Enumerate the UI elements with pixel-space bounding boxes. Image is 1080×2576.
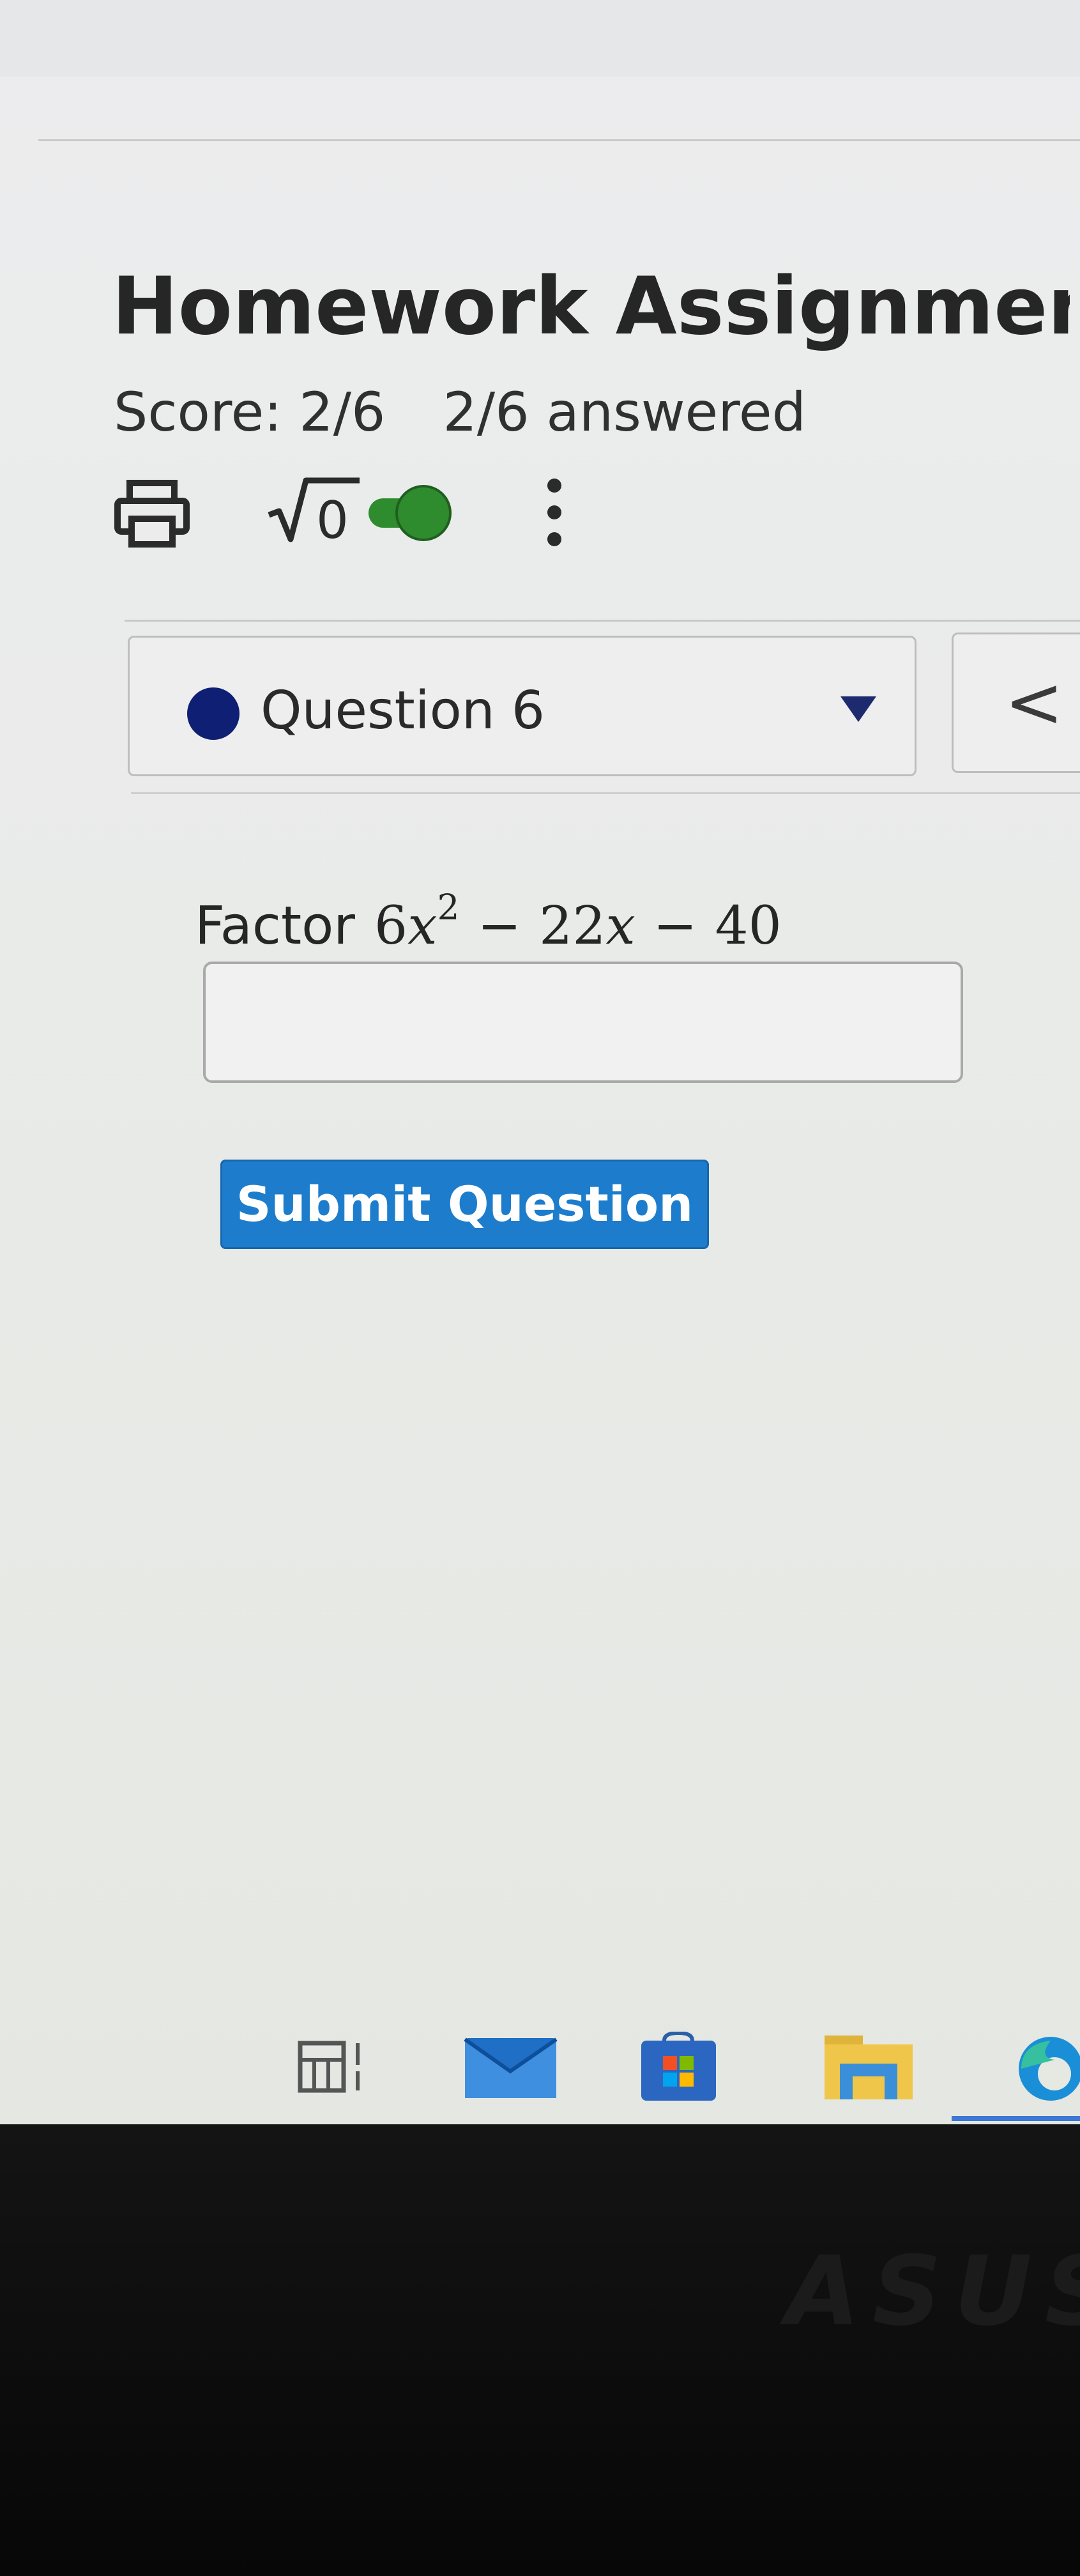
chevron-left-icon: < [1005, 661, 1064, 743]
task-view-icon[interactable] [295, 2032, 372, 2102]
top-divider [38, 139, 1080, 141]
section-divider [125, 620, 1080, 622]
previous-question-button[interactable]: < [952, 632, 1080, 773]
taskbar [0, 2006, 1080, 2124]
question-divider [131, 792, 1080, 794]
svg-text:0: 0 [316, 491, 349, 546]
assignment-toolbar: 0 [114, 466, 752, 556]
active-app-indicator [952, 2116, 1080, 2121]
polynomial-expression: 6x2−22x −40 [374, 887, 782, 956]
answer-input[interactable] [203, 962, 963, 1083]
dropdown-caret-icon [840, 696, 876, 722]
store-icon[interactable] [639, 2032, 719, 2102]
edge-icon[interactable] [993, 2032, 1080, 2102]
printer-icon[interactable] [114, 478, 190, 548]
question-selector[interactable]: Question 6 [128, 636, 916, 776]
score-row: Score: 2/6 2/6 answered [114, 377, 806, 447]
prompt-verb: Factor [195, 896, 356, 956]
vertical-dots-icon[interactable] [535, 474, 574, 551]
score-text: Score: 2/6 [114, 381, 386, 443]
monitor-bezel: ASUS [0, 2124, 1080, 2576]
question-status-dot [187, 687, 240, 740]
device-brand-logo: ASUS [786, 2236, 1080, 2347]
file-explorer-icon[interactable] [821, 2032, 916, 2102]
page-title: Homework Assignment [112, 261, 1070, 353]
top-clipped-strip [0, 0, 1080, 77]
mail-icon[interactable] [461, 2032, 560, 2102]
browser-screen: Homework Assignment Score: 2/6 2/6 answer… [0, 0, 1080, 2124]
answered-count: 2/6 answered [443, 381, 806, 443]
submit-question-button[interactable]: Submit Question [220, 1160, 709, 1249]
question-selector-label: Question 6 [261, 680, 545, 741]
question-prompt: Factor 6x2−22x −40 [195, 866, 782, 968]
